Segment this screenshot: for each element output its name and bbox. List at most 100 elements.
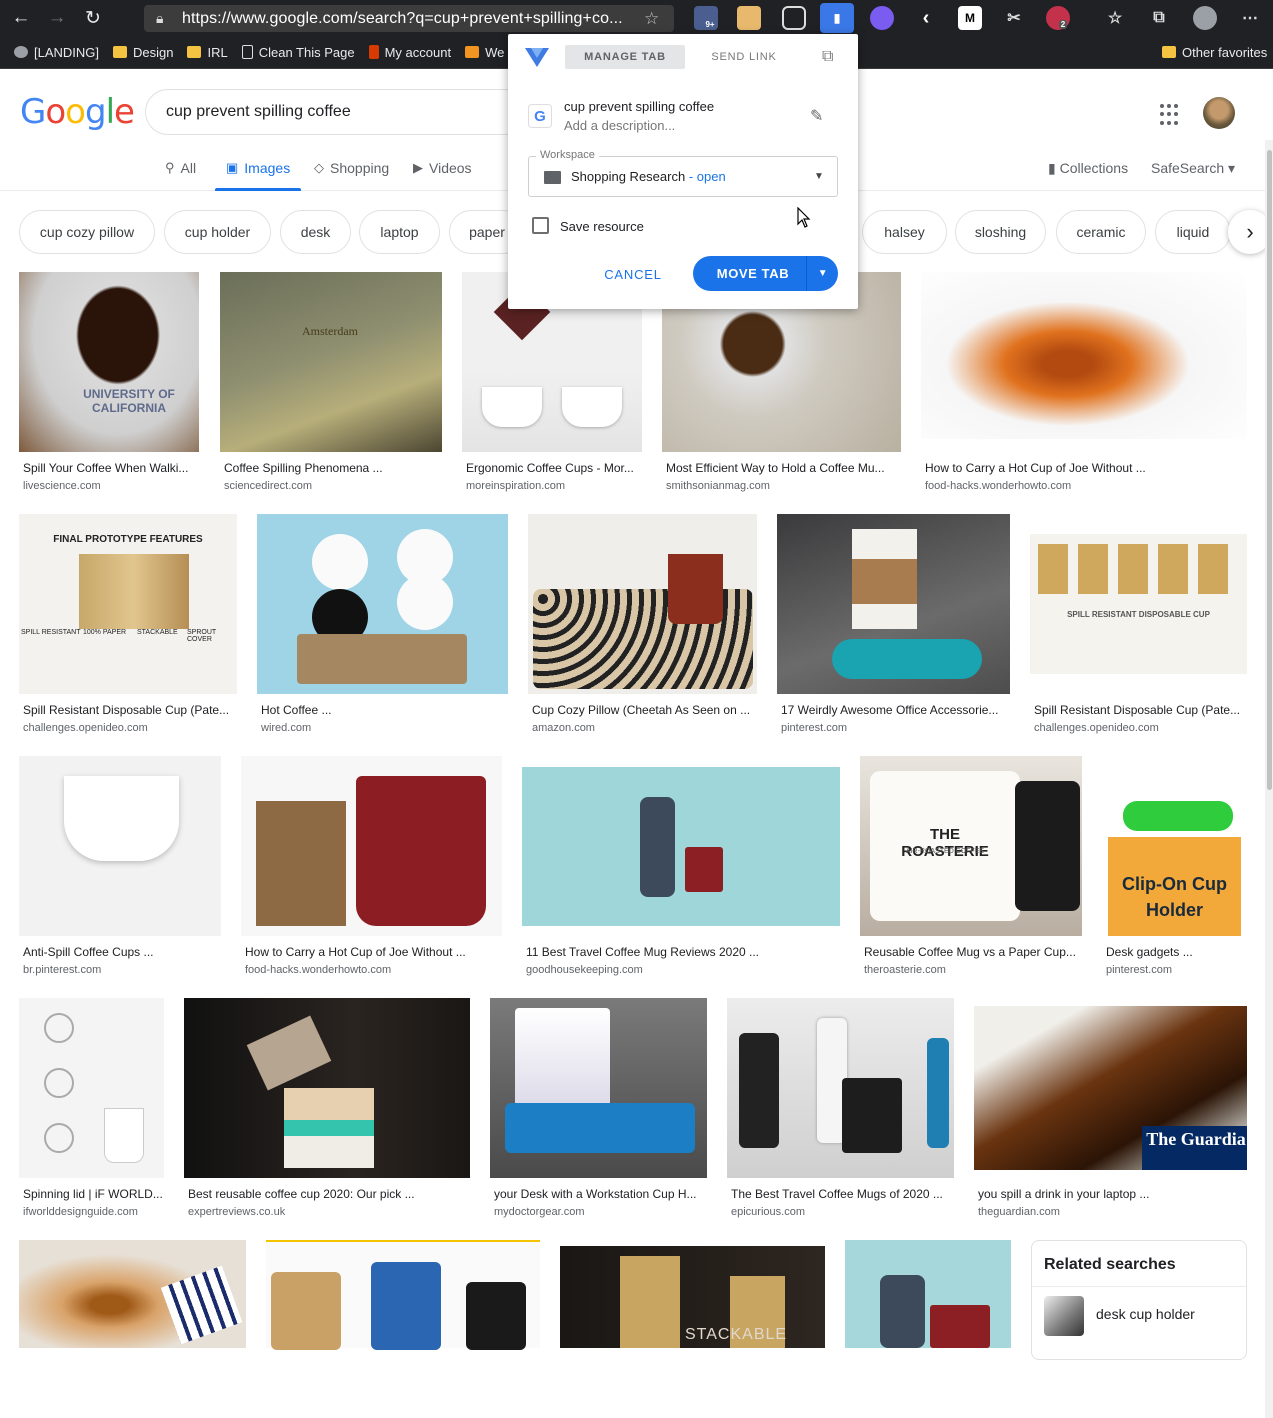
- bookmark-other-favorites[interactable]: Other favorites: [1162, 45, 1267, 60]
- result-source[interactable]: ifworlddesignguide.com: [23, 1206, 138, 1218]
- result-source[interactable]: goodhousekeeping.com: [526, 964, 643, 976]
- result-source[interactable]: smithsonianmag.com: [666, 480, 770, 492]
- reload-icon[interactable]: ↻: [78, 3, 108, 33]
- result-title[interactable]: Anti-Spill Coffee Cups ...: [23, 945, 221, 959]
- result-thumbnail[interactable]: [19, 998, 164, 1178]
- image-result[interactable]: [266, 1240, 540, 1350]
- result-source[interactable]: food-hacks.wonderhowto.com: [925, 480, 1071, 492]
- result-thumbnail[interactable]: [241, 756, 502, 936]
- tab-videos[interactable]: ▶ Videos: [413, 160, 472, 176]
- safesearch-menu[interactable]: SafeSearch ▾: [1151, 160, 1235, 177]
- result-source[interactable]: challenges.openideo.com: [1034, 722, 1159, 734]
- result-thumbnail[interactable]: [257, 514, 508, 694]
- back-icon[interactable]: ←: [6, 3, 36, 33]
- related-thumbnail[interactable]: [1044, 1296, 1084, 1336]
- result-source[interactable]: mydoctorgear.com: [494, 1206, 584, 1218]
- result-source[interactable]: theroasterie.com: [864, 964, 946, 976]
- chip[interactable]: laptop: [359, 210, 440, 254]
- tab-all[interactable]: ⚲ All: [165, 160, 196, 176]
- chip[interactable]: ceramic: [1056, 210, 1146, 254]
- extension-purple-icon[interactable]: [870, 6, 894, 30]
- result-title[interactable]: Coffee Spilling Phenomena ...: [224, 461, 442, 475]
- chip[interactable]: cup cozy pillow: [19, 210, 155, 254]
- description-input[interactable]: Add a description...: [564, 118, 675, 133]
- image-result[interactable]: Cup Cozy Pillow (Cheetah As Seen on ... …: [528, 514, 757, 738]
- result-source[interactable]: challenges.openideo.com: [23, 722, 148, 734]
- image-result[interactable]: How to Carry a Hot Cup of Joe Without ..…: [921, 272, 1247, 496]
- save-resource-label[interactable]: Save resource: [560, 219, 644, 234]
- collections-icon[interactable]: ⧉: [1147, 6, 1171, 30]
- image-result[interactable]: [19, 1240, 246, 1348]
- image-result[interactable]: FINAL PROTOTYPE FEATURES SPILL RESISTANT…: [19, 514, 237, 738]
- result-title[interactable]: Spill Resistant Disposable Cup (Pate...: [1034, 703, 1247, 717]
- workspace-extension-icon[interactable]: ▮: [820, 3, 854, 33]
- url-text[interactable]: https://www.google.com/search?q=cup+prev…: [182, 10, 632, 28]
- result-title[interactable]: Desk gadgets ...: [1106, 945, 1247, 959]
- chevron-down-icon[interactable]: ▼: [810, 256, 836, 291]
- move-tab-label[interactable]: MOVE TAB: [693, 256, 813, 291]
- result-thumbnail[interactable]: SPILL RESISTANT DISPOSABLE CUP: [1030, 534, 1247, 674]
- result-thumbnail[interactable]: [727, 998, 954, 1178]
- result-thumbnail[interactable]: [184, 998, 470, 1178]
- cancel-button[interactable]: CANCEL: [600, 264, 666, 284]
- extension-red-icon[interactable]: 2: [1046, 6, 1070, 30]
- image-result[interactable]: Best reusable coffee cup 2020: Our pick …: [184, 998, 470, 1222]
- result-thumbnail[interactable]: The Guardia: [974, 1006, 1247, 1170]
- result-thumbnail[interactable]: STACKABLE: [560, 1246, 825, 1348]
- result-source[interactable]: theguardian.com: [978, 1206, 1060, 1218]
- result-title[interactable]: How to Carry a Hot Cup of Joe Without ..…: [245, 945, 502, 959]
- related-search-link[interactable]: desk cup holder: [1096, 1306, 1195, 1322]
- image-result[interactable]: THE ROASTERIE AIR-ROASTED COFFEE Reusabl…: [860, 756, 1082, 980]
- bookmark-irl[interactable]: IRL: [187, 45, 228, 60]
- result-source[interactable]: livescience.com: [23, 480, 101, 492]
- chip[interactable]: sloshing: [955, 210, 1046, 254]
- bookmark-my-account[interactable]: My account: [368, 45, 451, 60]
- more-menu-icon[interactable]: ⋯: [1238, 6, 1262, 30]
- bookmark-design[interactable]: Design: [113, 45, 173, 60]
- result-thumbnail[interactable]: [266, 1240, 540, 1350]
- result-thumbnail[interactable]: Amsterdam: [220, 272, 442, 452]
- image-result[interactable]: Hot Coffee ... wired.com: [257, 514, 508, 738]
- chip[interactable]: cup holder: [164, 210, 271, 254]
- tab-manage-tab[interactable]: MANAGE TAB: [565, 45, 685, 69]
- image-result[interactable]: Amsterdam Coffee Spilling Phenomena ... …: [220, 272, 442, 496]
- move-tab-button[interactable]: MOVE TAB ▼: [693, 256, 838, 291]
- pocket-icon[interactable]: [782, 6, 806, 30]
- result-title[interactable]: Most Efficient Way to Hold a Coffee Mu..…: [666, 461, 901, 475]
- result-title[interactable]: Hot Coffee ...: [261, 703, 508, 717]
- extension-arrow-icon[interactable]: ‹: [914, 6, 938, 30]
- chip[interactable]: desk: [280, 210, 351, 254]
- open-external-icon[interactable]: ⧉: [822, 48, 840, 66]
- result-title[interactable]: The Best Travel Coffee Mugs of 2020 ...: [731, 1187, 954, 1201]
- result-title[interactable]: Ergonomic Coffee Cups - Mor...: [466, 461, 642, 475]
- result-source[interactable]: epicurious.com: [731, 1206, 805, 1218]
- result-thumbnail[interactable]: Clip-On Cup Holder: [1108, 756, 1241, 936]
- pencil-icon[interactable]: ✎: [810, 106, 823, 126]
- result-thumbnail[interactable]: [921, 272, 1247, 439]
- result-source[interactable]: br.pinterest.com: [23, 964, 101, 976]
- google-logo[interactable]: Google: [20, 92, 135, 132]
- extension-face-icon[interactable]: [737, 6, 761, 30]
- google-apps-icon[interactable]: [1160, 104, 1182, 126]
- result-source[interactable]: moreinspiration.com: [466, 480, 565, 492]
- result-title[interactable]: Spinning lid | iF WORLD...: [23, 1187, 164, 1201]
- save-resource-checkbox[interactable]: [532, 217, 549, 234]
- bookmark-clean-this-page[interactable]: Clean This Page: [241, 45, 355, 60]
- image-result[interactable]: 17 Weirdly Awesome Office Accessorie... …: [777, 514, 1010, 738]
- tab-images[interactable]: ▣ Images: [226, 160, 290, 176]
- result-thumbnail[interactable]: FINAL PROTOTYPE FEATURES SPILL RESISTANT…: [19, 514, 237, 694]
- result-thumbnail[interactable]: [777, 514, 1010, 694]
- image-result[interactable]: Spinning lid | iF WORLD... ifworlddesign…: [19, 998, 164, 1222]
- image-result[interactable]: Clip-On Cup Holder Desk gadgets ... pint…: [1102, 756, 1247, 980]
- result-title[interactable]: 17 Weirdly Awesome Office Accessorie...: [781, 703, 1010, 717]
- result-title[interactable]: Spill Your Coffee When Walki...: [23, 461, 199, 475]
- chip[interactable]: liquid: [1155, 210, 1231, 254]
- result-title[interactable]: Best reusable coffee cup 2020: Our pick …: [188, 1187, 470, 1201]
- image-result[interactable]: How to Carry a Hot Cup of Joe Without ..…: [241, 756, 502, 980]
- result-thumbnail[interactable]: [522, 767, 840, 926]
- scrollbar-thumb[interactable]: [1267, 150, 1272, 790]
- image-result[interactable]: The Guardia you spill a drink in your la…: [974, 998, 1247, 1222]
- extension-badge-icon[interactable]: 9+: [694, 6, 718, 30]
- image-result[interactable]: UNIVERSITY OF CALIFORNIA Spill Your Coff…: [19, 272, 199, 496]
- result-thumbnail[interactable]: [845, 1240, 1011, 1348]
